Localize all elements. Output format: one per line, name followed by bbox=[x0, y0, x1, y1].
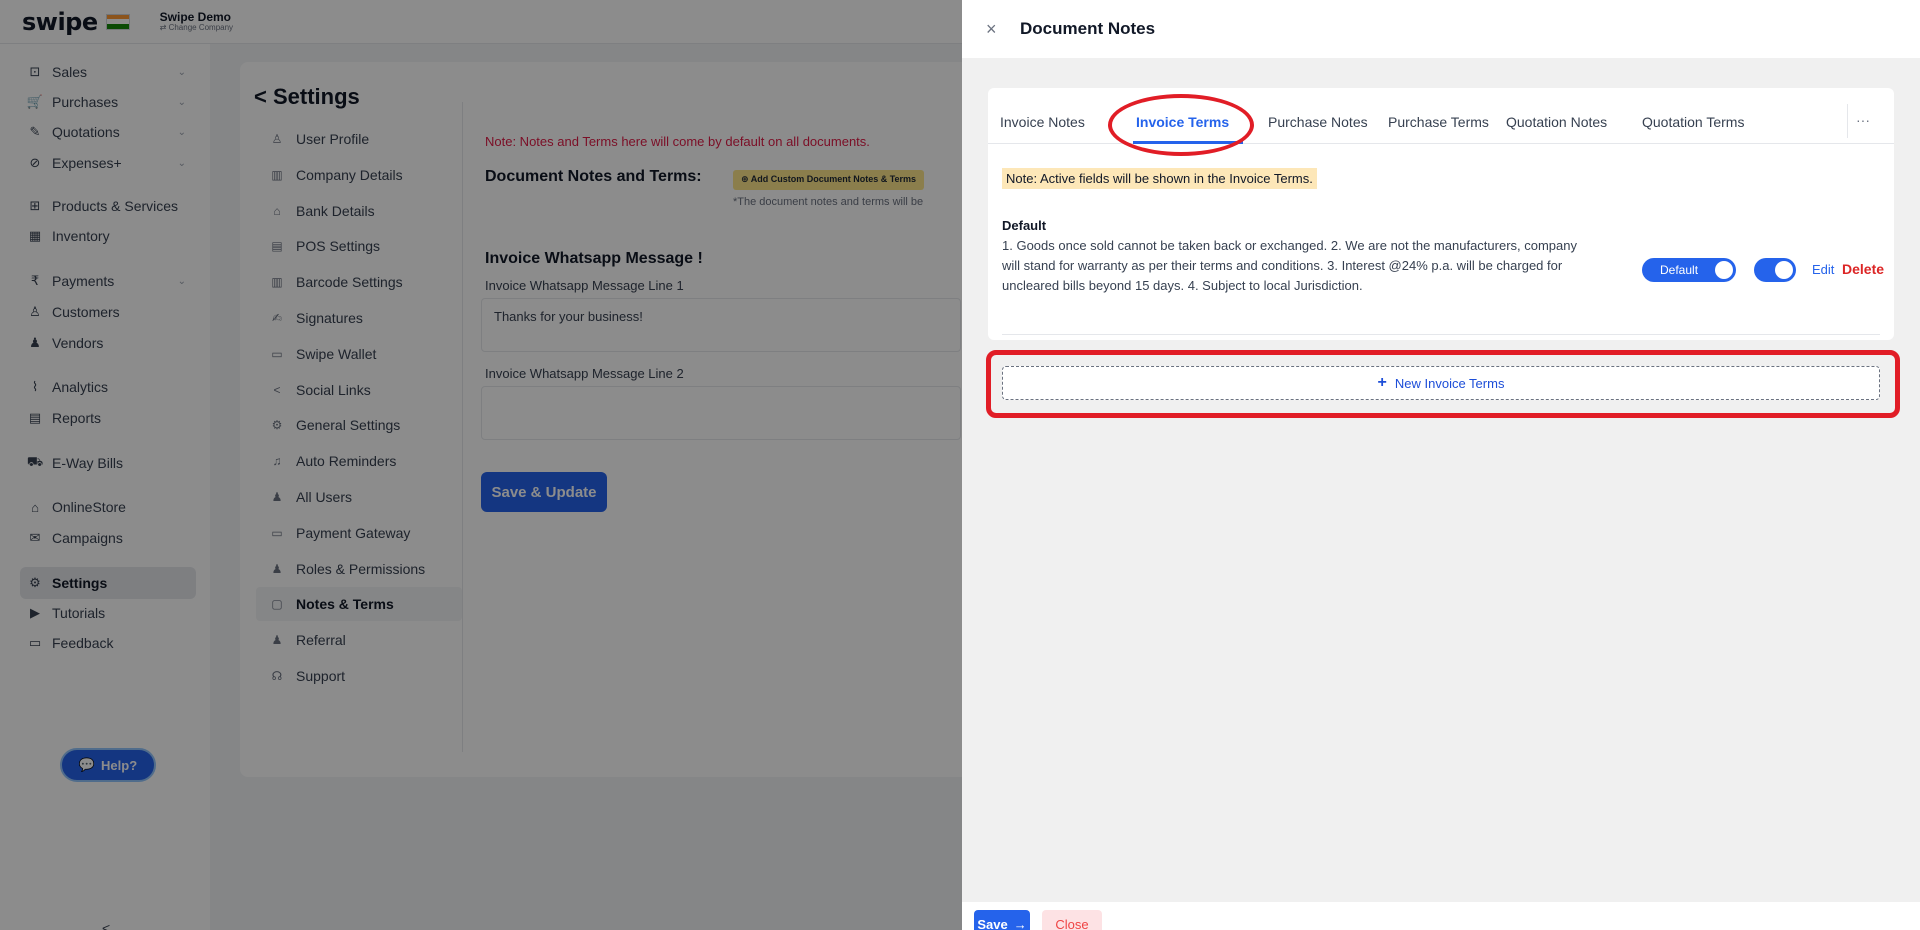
save-label: Save bbox=[977, 916, 1008, 930]
term-text: 1. Goods once sold cannot be taken back … bbox=[1002, 238, 1577, 293]
drawer-footer: Save → Close bbox=[962, 902, 1920, 930]
default-toggle-knob bbox=[1715, 261, 1733, 279]
close-button[interactable]: Close bbox=[1042, 910, 1102, 930]
annotation-rectangle bbox=[986, 350, 1900, 418]
term-name: Default bbox=[1002, 218, 1047, 233]
arrow-right-icon: → bbox=[1013, 916, 1027, 930]
edit-term-link[interactable]: Edit bbox=[1812, 262, 1834, 277]
close-icon[interactable]: × bbox=[986, 19, 1004, 40]
tab-invoice-notes[interactable]: Invoice Notes bbox=[1000, 114, 1085, 130]
annotation-ellipse bbox=[1108, 94, 1254, 156]
card-divider bbox=[1002, 334, 1880, 335]
tabs-fade bbox=[1828, 104, 1848, 138]
drawer-title: Document Notes bbox=[1020, 19, 1156, 38]
save-button[interactable]: Save → bbox=[974, 910, 1030, 930]
active-fields-note: Note: Active fields will be shown in the… bbox=[1002, 168, 1317, 189]
tab-quotation-notes[interactable]: Quotation Notes bbox=[1506, 114, 1607, 130]
active-toggle-knob bbox=[1775, 261, 1793, 279]
tab-quotation-terms[interactable]: Quotation Terms bbox=[1642, 114, 1744, 130]
tab-purchase-notes[interactable]: Purchase Notes bbox=[1268, 114, 1368, 130]
drawer-header: × Document Notes bbox=[962, 0, 1920, 58]
default-toggle[interactable]: Default bbox=[1642, 258, 1736, 282]
tab-purchase-terms[interactable]: Purchase Terms bbox=[1388, 114, 1489, 130]
document-notes-drawer: × Document Notes Quotation Terms Quotatio… bbox=[962, 0, 1920, 930]
main-app: swipe Swipe Demo ⇄ Change Company ⊡ Sales… bbox=[0, 0, 962, 930]
default-toggle-label: Default bbox=[1660, 263, 1699, 277]
active-toggle[interactable] bbox=[1754, 258, 1796, 282]
delete-term-link[interactable]: Delete bbox=[1842, 261, 1884, 277]
modal-overlay[interactable] bbox=[0, 0, 962, 930]
more-tabs-icon[interactable]: ··· bbox=[1856, 112, 1870, 128]
